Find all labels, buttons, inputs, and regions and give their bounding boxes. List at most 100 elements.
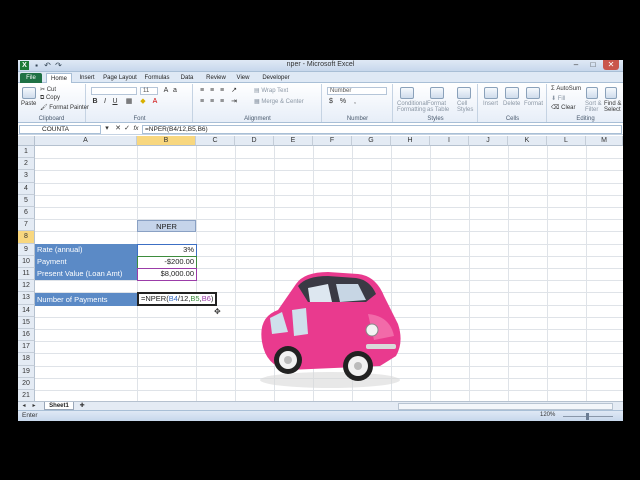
column-header-a[interactable]: A	[35, 136, 137, 146]
shrink-font-icon[interactable]: a	[171, 87, 179, 95]
grow-font-icon[interactable]: A	[162, 87, 170, 95]
first-sheet-icon[interactable]: ◂	[20, 402, 28, 410]
row-header-15[interactable]: 15	[18, 316, 35, 329]
column-header-j[interactable]: J	[469, 136, 508, 146]
format-cells-icon[interactable]	[526, 87, 540, 99]
row-header-18[interactable]: 18	[18, 353, 35, 366]
format-cells-button[interactable]: Format	[524, 101, 543, 107]
column-header-c[interactable]: C	[196, 136, 235, 146]
cell-a6[interactable]: Present Value (Loan Amt)	[35, 268, 137, 280]
cancel-icon[interactable]: ✕	[114, 125, 122, 133]
find-select-button[interactable]: Find & Select	[604, 101, 622, 113]
borders-icon[interactable]: ▦	[125, 98, 133, 106]
horizontal-scrollbar[interactable]	[398, 403, 613, 410]
row-header-12[interactable]: 12	[18, 280, 35, 293]
cell-a5[interactable]: Payment	[35, 256, 137, 268]
orientation-icon[interactable]: ↗	[230, 87, 238, 95]
tab-data[interactable]: Data	[178, 73, 196, 83]
cell-a8[interactable]: Number of Payments	[35, 293, 137, 306]
format-as-table-icon[interactable]	[430, 87, 444, 99]
tab-home[interactable]: Home	[46, 73, 72, 83]
row-header-14[interactable]: 14	[18, 304, 35, 317]
row-header-13[interactable]: 13	[18, 292, 35, 305]
sort-filter-icon[interactable]	[586, 87, 598, 99]
italic-icon[interactable]: I	[101, 98, 109, 106]
row-header-7[interactable]: 7	[18, 219, 35, 232]
fill-color-icon[interactable]: ◆	[139, 98, 147, 106]
worksheet-grid[interactable]: ABCDEFGHIJKLM 1 2 3 4 5 6 7 8 9 10 11 12 13 14 15 16 17 1…	[18, 136, 623, 406]
column-header-d[interactable]: D	[235, 136, 274, 146]
row-header-8[interactable]: 8	[18, 231, 35, 244]
currency-icon[interactable]: $	[327, 98, 335, 106]
cut-button[interactable]: ✂ Cut	[40, 86, 56, 93]
align-middle-icon[interactable]: ≡	[208, 87, 216, 95]
font-color-icon[interactable]: A	[151, 98, 159, 106]
pink-car-image[interactable]	[248, 262, 408, 392]
row-header-1[interactable]: 1	[18, 146, 35, 159]
row-header-3[interactable]: 3	[18, 170, 35, 183]
column-header-e[interactable]: E	[274, 136, 313, 146]
row-header-4[interactable]: 4	[18, 182, 35, 195]
bold-icon[interactable]: B	[91, 98, 99, 106]
indent-icon[interactable]: ⇥	[230, 98, 238, 106]
row-header-20[interactable]: 20	[18, 377, 35, 390]
next-sheet-icon[interactable]: ▸	[30, 402, 38, 410]
row-header-19[interactable]: 19	[18, 365, 35, 378]
name-box-dropdown-icon[interactable]: ▾	[103, 125, 111, 133]
cell-b8-editing[interactable]: =NPER(B4/12,B5,B6)	[137, 292, 217, 306]
column-header-h[interactable]: H	[391, 136, 430, 146]
font-size-combo[interactable]: 11	[140, 87, 158, 95]
number-format-combo[interactable]: Number	[327, 87, 387, 95]
name-box[interactable]: COUNTA	[19, 125, 101, 134]
column-header-b[interactable]: B	[137, 136, 196, 146]
row-header-17[interactable]: 17	[18, 341, 35, 354]
select-all-button[interactable]	[18, 136, 35, 146]
copy-button[interactable]: ⧉ Copy	[40, 95, 60, 102]
close-button[interactable]: ✕	[603, 60, 619, 70]
tab-review[interactable]: Review	[204, 73, 228, 83]
underline-icon[interactable]: U	[111, 98, 119, 106]
format-as-table-button[interactable]: Format as Table	[427, 101, 451, 113]
percent-icon[interactable]: %	[339, 98, 347, 106]
row-header-2[interactable]: 2	[18, 158, 35, 171]
tab-insert[interactable]: Insert	[76, 73, 98, 83]
row-header-10[interactable]: 10	[18, 255, 35, 268]
tab-formulas[interactable]: Formulas	[142, 73, 172, 83]
wrap-text-button[interactable]: ▤ Wrap Text	[254, 87, 288, 94]
row-header-5[interactable]: 5	[18, 194, 35, 207]
conditional-formatting-icon[interactable]	[400, 87, 414, 99]
align-right-icon[interactable]: ≡	[218, 98, 226, 106]
insert-function-icon[interactable]: fx	[132, 125, 140, 133]
column-header-l[interactable]: L	[547, 136, 586, 146]
tab-page-layout[interactable]: Page Layout	[102, 73, 138, 83]
tab-developer[interactable]: Developer	[260, 73, 292, 83]
paste-button[interactable]: Paste	[21, 101, 36, 107]
maximize-button[interactable]: □	[585, 60, 601, 70]
cell-a4[interactable]: Rate (annual)	[35, 244, 137, 256]
delete-cells-button[interactable]: Delete	[503, 101, 520, 107]
insert-cells-icon[interactable]	[484, 87, 498, 99]
column-header-i[interactable]: I	[430, 136, 469, 146]
column-header-k[interactable]: K	[508, 136, 547, 146]
minimize-button[interactable]: –	[568, 60, 584, 70]
zoom-level[interactable]: 120%	[540, 412, 555, 418]
row-header-6[interactable]: 6	[18, 207, 35, 220]
column-header-m[interactable]: M	[586, 136, 623, 146]
align-top-icon[interactable]: ≡	[198, 87, 206, 95]
cell-styles-icon[interactable]	[457, 87, 471, 99]
clear-button[interactable]: ⌫ Clear	[551, 104, 576, 111]
insert-cells-button[interactable]: Insert	[483, 101, 498, 107]
align-center-icon[interactable]: ≡	[208, 98, 216, 106]
column-header-f[interactable]: F	[313, 136, 352, 146]
tab-view[interactable]: View	[234, 73, 252, 83]
column-header-g[interactable]: G	[352, 136, 391, 146]
tab-file[interactable]: File	[20, 73, 42, 83]
zoom-slider-thumb[interactable]	[586, 413, 589, 420]
paste-icon[interactable]	[22, 87, 36, 99]
row-header-11[interactable]: 11	[18, 268, 35, 281]
font-name-combo[interactable]	[91, 87, 137, 95]
fill-button[interactable]: ⬇ Fill	[551, 95, 565, 102]
enter-icon[interactable]: ✓	[123, 125, 131, 133]
row-header-16[interactable]: 16	[18, 329, 35, 342]
formula-input[interactable]: =NPER(B4/12,B5,B6)	[142, 125, 622, 134]
